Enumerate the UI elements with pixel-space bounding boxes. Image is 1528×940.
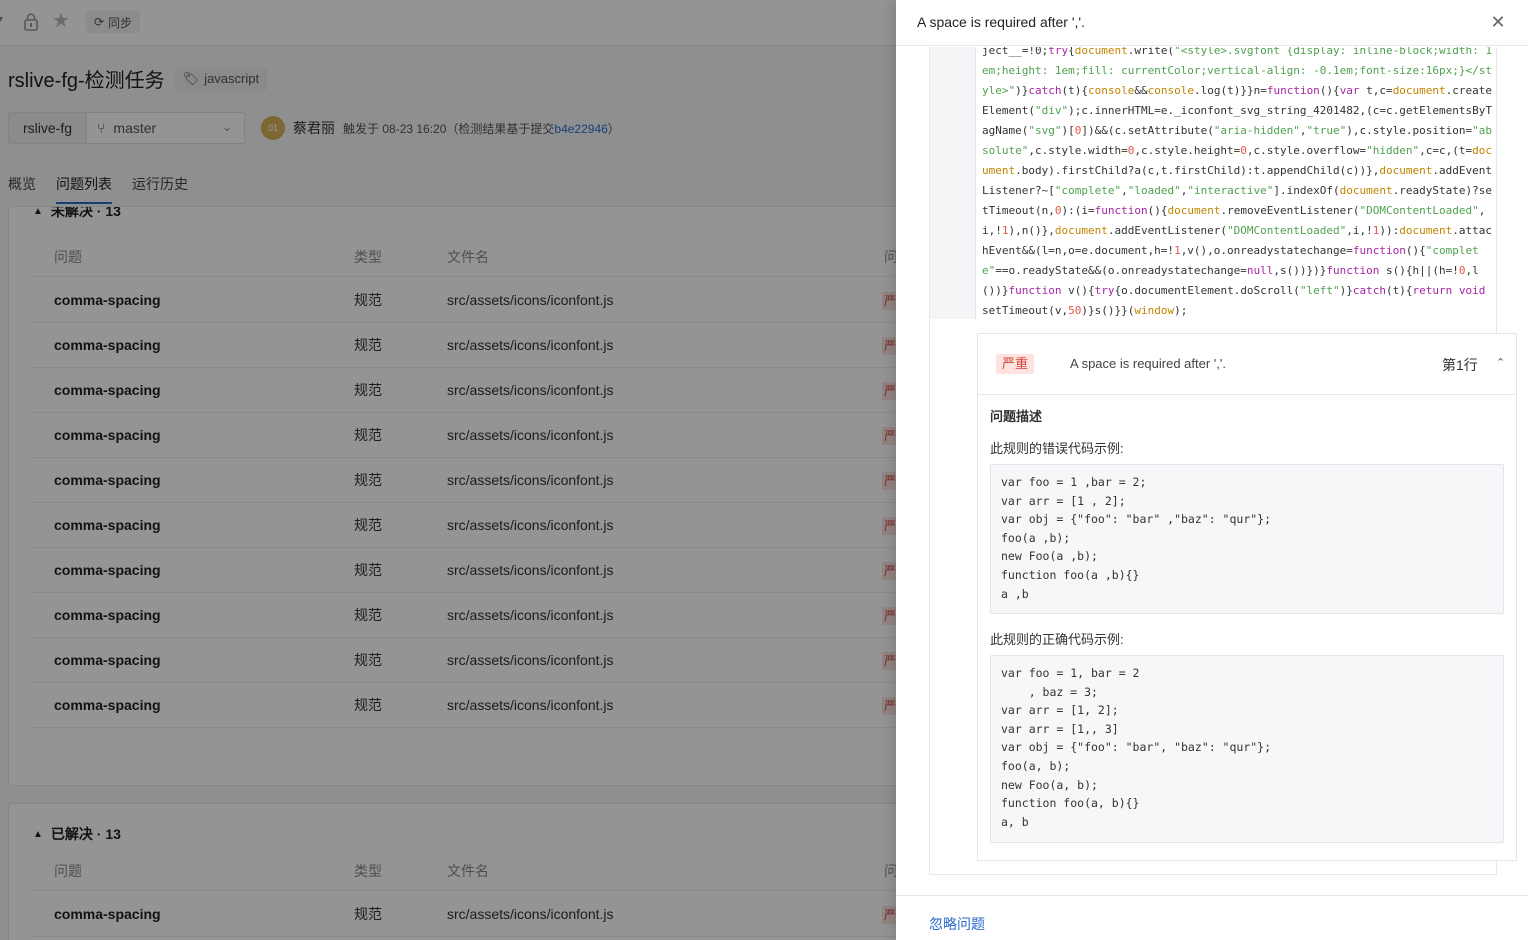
issue-summary[interactable]: 严重 A space is required after ','. 第1行 ⌃ [978, 334, 1516, 395]
modal-overlay[interactable] [0, 0, 896, 940]
issue-message: A space is required after ','. [1070, 356, 1226, 371]
ignore-issue-button[interactable]: 忽略问题 [929, 914, 985, 934]
severity-badge: 严重 [996, 354, 1035, 374]
issue-detail-card: 严重 A space is required after ','. 第1行 ⌃ … [977, 333, 1517, 861]
good-example-code: var foo = 1, bar = 2 , baz = 3; var arr … [990, 655, 1504, 843]
drawer-footer: 忽略问题 [896, 895, 1528, 940]
drawer-header: A space is required after ','. ✕ [896, 0, 1528, 46]
drawer-title: A space is required after ','. [917, 14, 1085, 30]
line-number: 第1行 [1442, 357, 1478, 373]
issue-drawer: A space is required after ','. ✕ ject__=… [896, 0, 1528, 940]
good-example-label: 此规则的正确代码示例: [990, 632, 1124, 647]
drawer-body[interactable]: ject__=!0;try{document.write("<style>.sv… [896, 47, 1528, 895]
bad-example-code: var foo = 1 ,bar = 2; var arr = [1 , 2];… [990, 464, 1504, 614]
source-code: ject__=!0;try{document.write("<style>.sv… [982, 47, 1493, 317]
line-gutter [930, 47, 976, 319]
source-panel: ject__=!0;try{document.write("<style>.sv… [929, 47, 1517, 875]
bad-example-label: 此规则的错误代码示例: [990, 441, 1124, 456]
description-title: 问题描述 [990, 409, 1043, 424]
chevron-up-icon[interactable]: ⌃ [1496, 356, 1505, 369]
close-icon[interactable]: ✕ [1488, 12, 1508, 32]
